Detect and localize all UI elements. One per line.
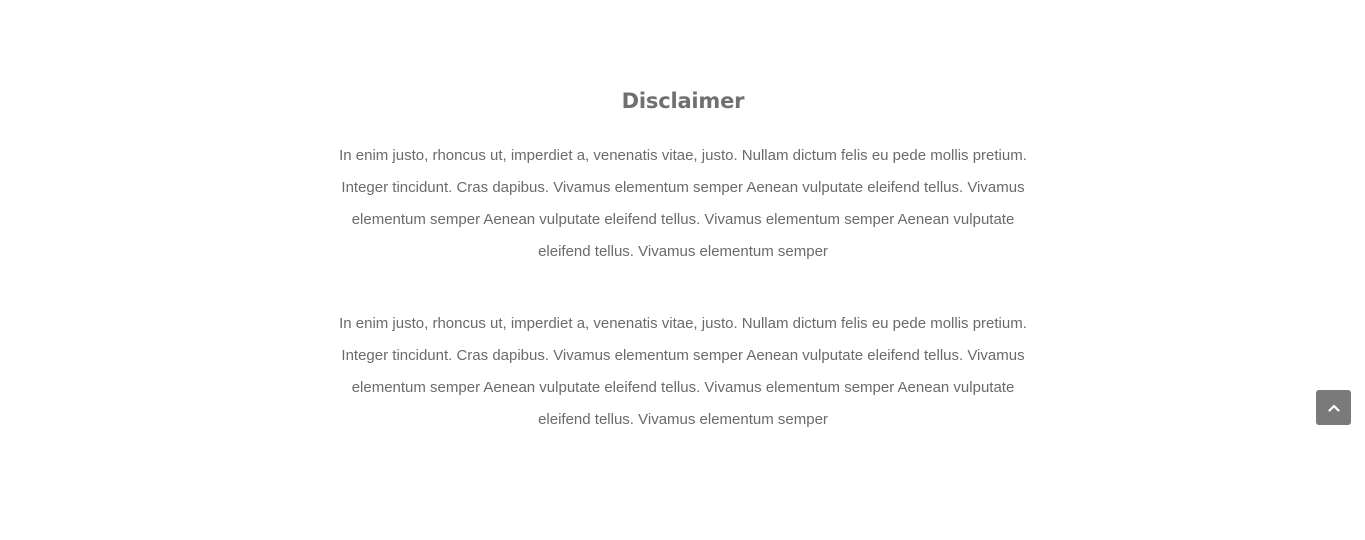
chevron-up-icon <box>1327 404 1340 412</box>
page-title: Disclaimer <box>621 89 745 113</box>
disclaimer-paragraph-1: In enim justo, rhoncus ut, imperdiet a, … <box>339 147 1027 260</box>
disclaimer-paragraph-2: In enim justo, rhoncus ut, imperdiet a, … <box>339 315 1027 428</box>
scroll-to-top-button[interactable] <box>1316 390 1351 425</box>
disclaimer-section: Disclaimer In enim justo, rhoncus ut, im… <box>332 84 1034 436</box>
